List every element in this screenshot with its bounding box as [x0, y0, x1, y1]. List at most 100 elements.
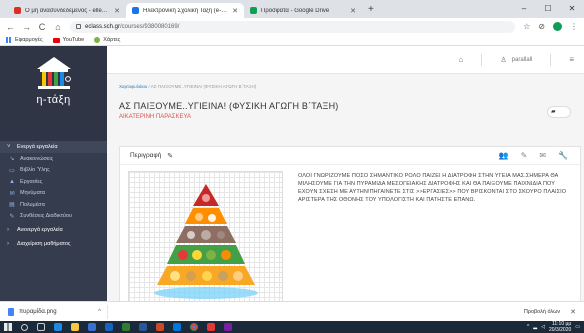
food-pyramid-icon	[154, 184, 258, 299]
youtube-icon	[52, 37, 60, 43]
description-panel: Περιγραφή ✎ 👥 ✎ ✉ 🔧 ΟΛΟΙ ΓΝΩΡΙΖΟΥΜΕ ΠΟΣΟ…	[119, 146, 581, 306]
link-icon[interactable]: ✎	[521, 151, 528, 160]
bookmark-label: YouTube	[62, 37, 85, 43]
show-all-downloads-button[interactable]: Προβολή όλων	[524, 309, 560, 315]
bookmark-apps[interactable]: Εφαρμογές	[6, 37, 43, 43]
extension-icon[interactable]: ⊘	[538, 22, 545, 31]
photos-icon[interactable]	[122, 323, 130, 331]
user-name: parallall	[511, 56, 533, 63]
chevron-right-icon: ›	[7, 241, 9, 247]
clock[interactable]: 11:10 μμ 20/3/2020	[549, 321, 571, 333]
browser-tab-eclass[interactable]: Ηλεκτρονική Σχολική Τάξη (e-Cl... ✕	[126, 3, 244, 18]
app-icon[interactable]	[207, 323, 215, 331]
sidebar-item-announcements[interactable]: ↘ Ανακοινώσεις	[0, 153, 107, 165]
window-controls: – ☐ ✕	[512, 0, 584, 18]
tab-label: Ηλεκτρονική Σχολική Τάξη (e-Cl...	[143, 7, 229, 14]
back-button[interactable]: ←	[6, 22, 15, 32]
tray-arrow-icon[interactable]: ^	[527, 324, 529, 330]
powerpoint-icon[interactable]	[156, 323, 164, 331]
profile-avatar[interactable]	[553, 22, 562, 31]
sidebar-section-course-admin[interactable]: › Διαχείριση μαθήματος	[0, 238, 107, 250]
notifications-icon[interactable]: ▭	[575, 324, 580, 330]
sidebar-item-syllabus[interactable]: ▭ Βιβλίο Ύλης	[0, 165, 107, 177]
bookmark-youtube[interactable]: YouTube	[52, 37, 85, 43]
panel-tools: 👥 ✎ ✉ 🔧	[499, 151, 568, 160]
bookmark-star-icon[interactable]: ☆	[523, 22, 530, 31]
windows-start-icon[interactable]	[4, 323, 12, 331]
sidebar-item-label: Μηνύματα	[20, 190, 46, 197]
apps-icon	[6, 37, 12, 43]
new-tab-button[interactable]: +	[368, 3, 374, 18]
sidebar: η-τάξη ˅ Ενεργά εργαλεία ↘ Ανακοινώσεις …	[0, 46, 107, 301]
image-file-icon	[8, 307, 14, 316]
bookmarks-bar: Εφαρμογές YouTube Χάρτες	[0, 35, 584, 46]
food-pyramid-image	[128, 171, 283, 305]
edit-pencil-icon[interactable]: ✎	[167, 152, 173, 160]
forward-button[interactable]: →	[22, 22, 31, 32]
panel-title: Περιγραφή	[130, 152, 162, 159]
minimize-button[interactable]: –	[512, 0, 536, 18]
bullhorn-icon[interactable]: ✉	[539, 151, 546, 160]
bookmark-maps[interactable]: Χάρτες	[94, 37, 120, 43]
bookmark-label: Χάρτες	[103, 37, 121, 43]
app-icon[interactable]	[224, 323, 232, 331]
course-author: ΑΙΚΑΤΕΡΙΝΗ ΠΑΡΑΣΚΕΥΑ	[119, 114, 192, 120]
sidebar-section-active-tools[interactable]: ˅ Ενεργά εργαλεία	[0, 141, 107, 153]
store-icon[interactable]	[88, 323, 96, 331]
breadcrumb-home-link[interactable]: Χαρτοφυλάκιο	[119, 84, 147, 89]
browser-tab-gmail[interactable]: Ο μη ανασυνδεδεμένος - ellesn@it... ✕	[8, 3, 126, 18]
search-icon[interactable]	[21, 323, 28, 331]
volume-icon[interactable]: ◁	[541, 324, 545, 330]
sidebar-item-label: Πολυμέσα	[20, 201, 45, 208]
browser-menu-icon[interactable]: ⋮	[570, 22, 578, 31]
browser-tabstrip: Ο μη ανασυνδεδεμένος - ellesn@it... ✕ Ηλ…	[0, 0, 584, 18]
download-item[interactable]: πυραμίδα.png ^	[8, 304, 108, 319]
tab-close-icon[interactable]: ✕	[114, 7, 120, 15]
home-icon[interactable]: ⌂	[459, 55, 464, 64]
sidebar-item-links[interactable]: ✎ Συνθέσεις Διαδικτύου	[0, 211, 107, 223]
site-logo[interactable]: η-τάξη	[0, 46, 107, 141]
word-icon[interactable]	[139, 323, 147, 331]
home-button[interactable]: ⌂	[54, 22, 62, 32]
sidebar-item-multimedia[interactable]: ▤ Πολυμέσα	[0, 199, 107, 211]
app-icon[interactable]	[173, 323, 181, 331]
file-explorer-icon[interactable]	[71, 323, 79, 331]
lock-icon	[76, 24, 81, 29]
tab-label: Ο μη ανασυνδεδεμένος - ellesn@it...	[25, 7, 110, 14]
sidebar-section-inactive-tools[interactable]: › Ανενεργά εργαλεία	[0, 224, 107, 236]
drive-favicon-icon	[250, 7, 257, 14]
edge-icon[interactable]	[54, 323, 62, 331]
tab-close-icon[interactable]: ✕	[232, 7, 238, 15]
close-download-bar-button[interactable]: ✕	[570, 308, 576, 316]
divider	[481, 53, 483, 66]
reload-button[interactable]: C	[38, 22, 46, 32]
task-view-icon[interactable]	[37, 323, 45, 331]
sidebar-item-label: Συνθέσεις Διαδικτύου	[20, 213, 72, 220]
user-menu[interactable]: ♙ parallall	[500, 56, 532, 64]
browser-tab-drive[interactable]: Προσφάτα - Google Drive ✕	[244, 3, 362, 18]
course-content: Χαρτοφυλάκιο / ΑΣ ΠΑΙΞΟΥΜΕ..ΥΓΙΕΙΝΑ! (ΦΥ…	[119, 84, 581, 306]
megaphone-icon: ↘	[9, 156, 15, 163]
hamburger-menu-icon[interactable]: ≡	[569, 55, 574, 64]
chrome-icon[interactable]	[190, 323, 198, 331]
mail-icon[interactable]	[105, 323, 113, 331]
browser-toolbar: ← → C ⌂ eclass.sch.gr/courses/9380080169…	[0, 18, 584, 35]
flask-icon: ▲	[9, 178, 15, 185]
tab-close-icon[interactable]: ✕	[350, 7, 356, 15]
logo-text: η-τάξη	[36, 94, 71, 106]
bookmark-label: Εφαρμογές	[15, 37, 43, 43]
school-house-icon	[36, 57, 71, 89]
address-bar[interactable]: eclass.sch.gr/courses/9380080169/	[70, 20, 516, 33]
download-menu-caret[interactable]: ^	[98, 309, 101, 315]
network-icon[interactable]: ▂	[533, 324, 537, 330]
close-window-button[interactable]: ✕	[560, 0, 584, 18]
sidebar-item-label: Εργασίες	[20, 178, 43, 185]
wrench-icon[interactable]: 🔧	[558, 151, 568, 160]
maximize-button[interactable]: ☐	[536, 0, 560, 18]
sidebar-item-assignments[interactable]: ▲ Εργασίες	[0, 176, 107, 188]
top-navbar: ⌂ ♙ parallall ≡	[107, 46, 584, 74]
envelope-icon: ✉	[9, 190, 15, 197]
users-icon[interactable]: 👥	[499, 151, 509, 160]
view-mode-toggle[interactable]: ▰	[547, 106, 571, 118]
sidebar-item-messages[interactable]: ✉ Μηνύματα	[0, 188, 107, 200]
